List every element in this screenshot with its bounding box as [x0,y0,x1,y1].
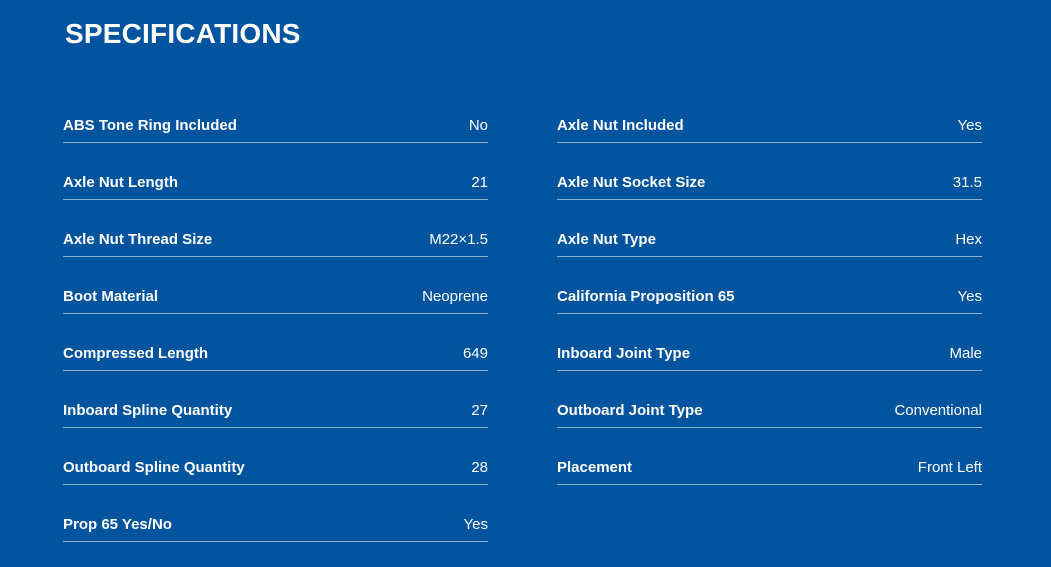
spec-row: Placement Front Left [557,428,982,485]
spec-label: Axle Nut Included [557,117,684,134]
spec-label: Outboard Joint Type [557,402,703,419]
spec-label: ABS Tone Ring Included [63,117,237,134]
spec-value: Front Left [917,459,982,476]
spec-value: 21 [471,174,488,191]
spec-row: Prop 65 Yes/No Yes [63,485,488,542]
spec-value: Yes [957,117,982,134]
spec-value: Yes [957,288,982,305]
spec-row: Inboard Spline Quantity 27 [63,371,488,428]
spec-value: Male [949,345,982,362]
spec-label: Placement [557,459,633,476]
specs-right-column: Axle Nut Included Yes Axle Nut Socket Si… [557,86,982,485]
section-title: SPECIFICATIONS [65,18,301,49]
spec-row: Outboard Joint Type Conventional [557,371,982,428]
spec-value: 28 [471,459,488,476]
spec-label: Outboard Spline Quantity [63,459,245,476]
spec-label: Axle Nut Socket Size [557,174,706,191]
spec-value: Neoprene [422,288,488,305]
spec-row: Outboard Spline Quantity 28 [63,428,488,485]
spec-label: Axle Nut Length [63,174,178,191]
spec-label: California Proposition 65 [557,288,735,305]
spec-value: 31.5 [952,174,982,191]
spec-row: Compressed Length 649 [63,314,488,371]
spec-value: Hex [955,231,982,248]
spec-row: Axle Nut Socket Size 31.5 [557,143,982,200]
spec-row: Boot Material Neoprene [63,257,488,314]
spec-row: Inboard Joint Type Male [557,314,982,371]
spec-value: No [468,117,488,134]
spec-row: Axle Nut Thread Size M22×1.5 [63,200,488,257]
spec-value: Yes [463,516,488,533]
specs-left-column: ABS Tone Ring Included No Axle Nut Lengt… [63,86,488,542]
spec-value: 649 [462,345,488,362]
spec-value: Conventional [894,402,982,419]
spec-label: Inboard Joint Type [557,345,691,362]
spec-row: ABS Tone Ring Included No [63,86,488,143]
spec-row: Axle Nut Included Yes [557,86,982,143]
spec-label: Prop 65 Yes/No [63,516,172,533]
spec-row: California Proposition 65 Yes [557,257,982,314]
spec-label: Axle Nut Thread Size [63,231,213,248]
spec-label: Compressed Length [63,345,209,362]
spec-label: Boot Material [63,288,159,305]
spec-row: Axle Nut Type Hex [557,200,982,257]
spec-label: Inboard Spline Quantity [63,402,233,419]
spec-label: Axle Nut Type [557,231,656,248]
spec-row: Axle Nut Length 21 [63,143,488,200]
spec-value: 27 [471,402,488,419]
spec-value: M22×1.5 [429,231,488,248]
